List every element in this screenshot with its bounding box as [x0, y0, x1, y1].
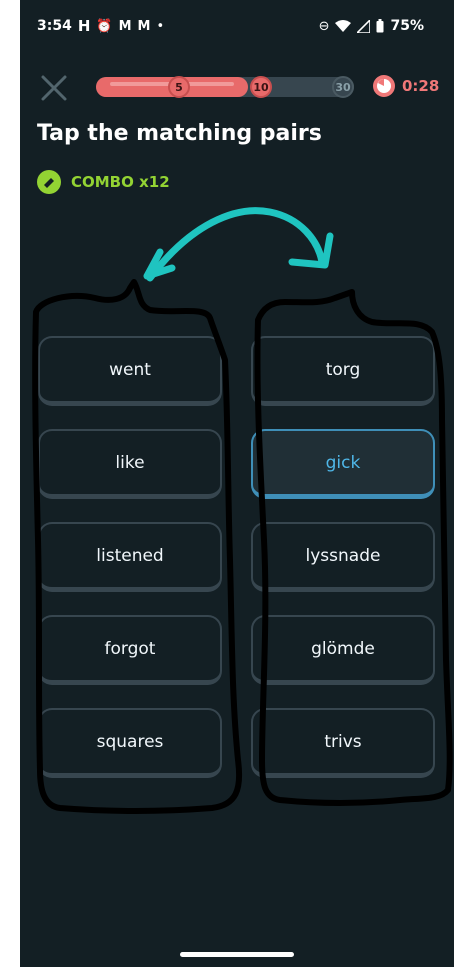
word-card-forgot[interactable]: forgot: [38, 615, 222, 685]
home-indicator[interactable]: [180, 952, 294, 957]
word-card-listened[interactable]: listened: [38, 522, 222, 592]
page-title: Tap the matching pairs: [37, 121, 322, 146]
mail-icon: M: [137, 18, 151, 34]
word-card-torg[interactable]: torg: [251, 336, 435, 406]
combo-indicator: COMBO x12: [37, 170, 170, 194]
dot-icon: •: [156, 18, 165, 34]
word-card-gick-selected[interactable]: gick: [251, 429, 435, 499]
milestone-10: 10: [250, 76, 272, 98]
word-card-lyssnade[interactable]: lyssnade: [251, 522, 435, 592]
signal-icon: [357, 19, 371, 33]
close-icon: [41, 75, 67, 101]
milestone-30: 30: [332, 76, 354, 98]
combo-text: COMBO x12: [71, 173, 170, 191]
dnd-icon: ⊖: [318, 18, 330, 34]
battery-icon: [376, 19, 384, 33]
combo-icon: [37, 170, 61, 194]
battery-percent: 75%: [390, 18, 424, 34]
word-card-trivs[interactable]: trivs: [251, 708, 435, 778]
status-bar: 3:54 H ⏰ M M • ⊖ 75%: [20, 0, 454, 54]
milestone-5: 5: [168, 76, 190, 98]
mail-icon: M: [118, 18, 132, 34]
status-time: 3:54: [37, 18, 72, 34]
word-card-squares[interactable]: squares: [38, 708, 222, 778]
timer: 0:28: [372, 74, 439, 98]
alarm-icon: ⏰: [96, 18, 113, 34]
wifi-icon: [335, 19, 352, 32]
timer-text: 0:28: [402, 77, 440, 95]
app-screen: 3:54 H ⏰ M M • ⊖ 75% 5 10 30 0:28 Tap th…: [20, 0, 454, 967]
timer-icon: [373, 75, 395, 97]
lesson-progress-bar: 5 10 30: [96, 76, 354, 98]
h-icon: H: [77, 16, 91, 35]
word-card-like[interactable]: like: [38, 429, 222, 499]
close-button[interactable]: [40, 74, 68, 102]
word-card-went[interactable]: went: [38, 336, 222, 406]
word-card-glomde[interactable]: glömde: [251, 615, 435, 685]
